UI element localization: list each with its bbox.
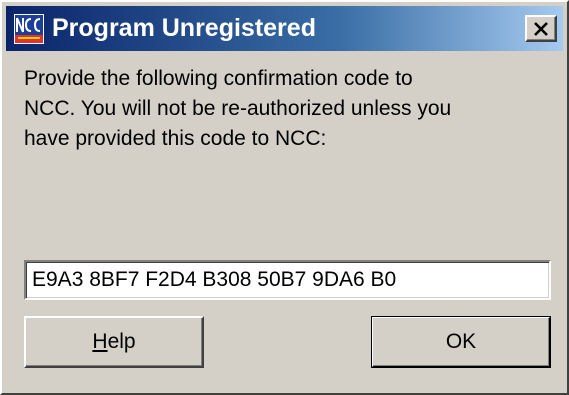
title-bar[interactable]: Program Unregistered [6,6,563,51]
dialog-title: Program Unregistered [52,14,316,42]
ok-button[interactable]: OK [371,316,551,368]
help-mnemonic: H [92,330,108,353]
close-icon [534,21,548,36]
help-label-rest: elp [107,330,136,353]
close-button[interactable] [525,15,557,42]
dialog-window: Program Unregistered Provide the followi… [0,0,569,395]
help-button[interactable]: Help [24,316,204,368]
ncc-logo-icon [14,14,44,44]
confirmation-message: Provide the following confirmation code … [24,67,452,150]
confirmation-code-field[interactable] [24,260,551,300]
